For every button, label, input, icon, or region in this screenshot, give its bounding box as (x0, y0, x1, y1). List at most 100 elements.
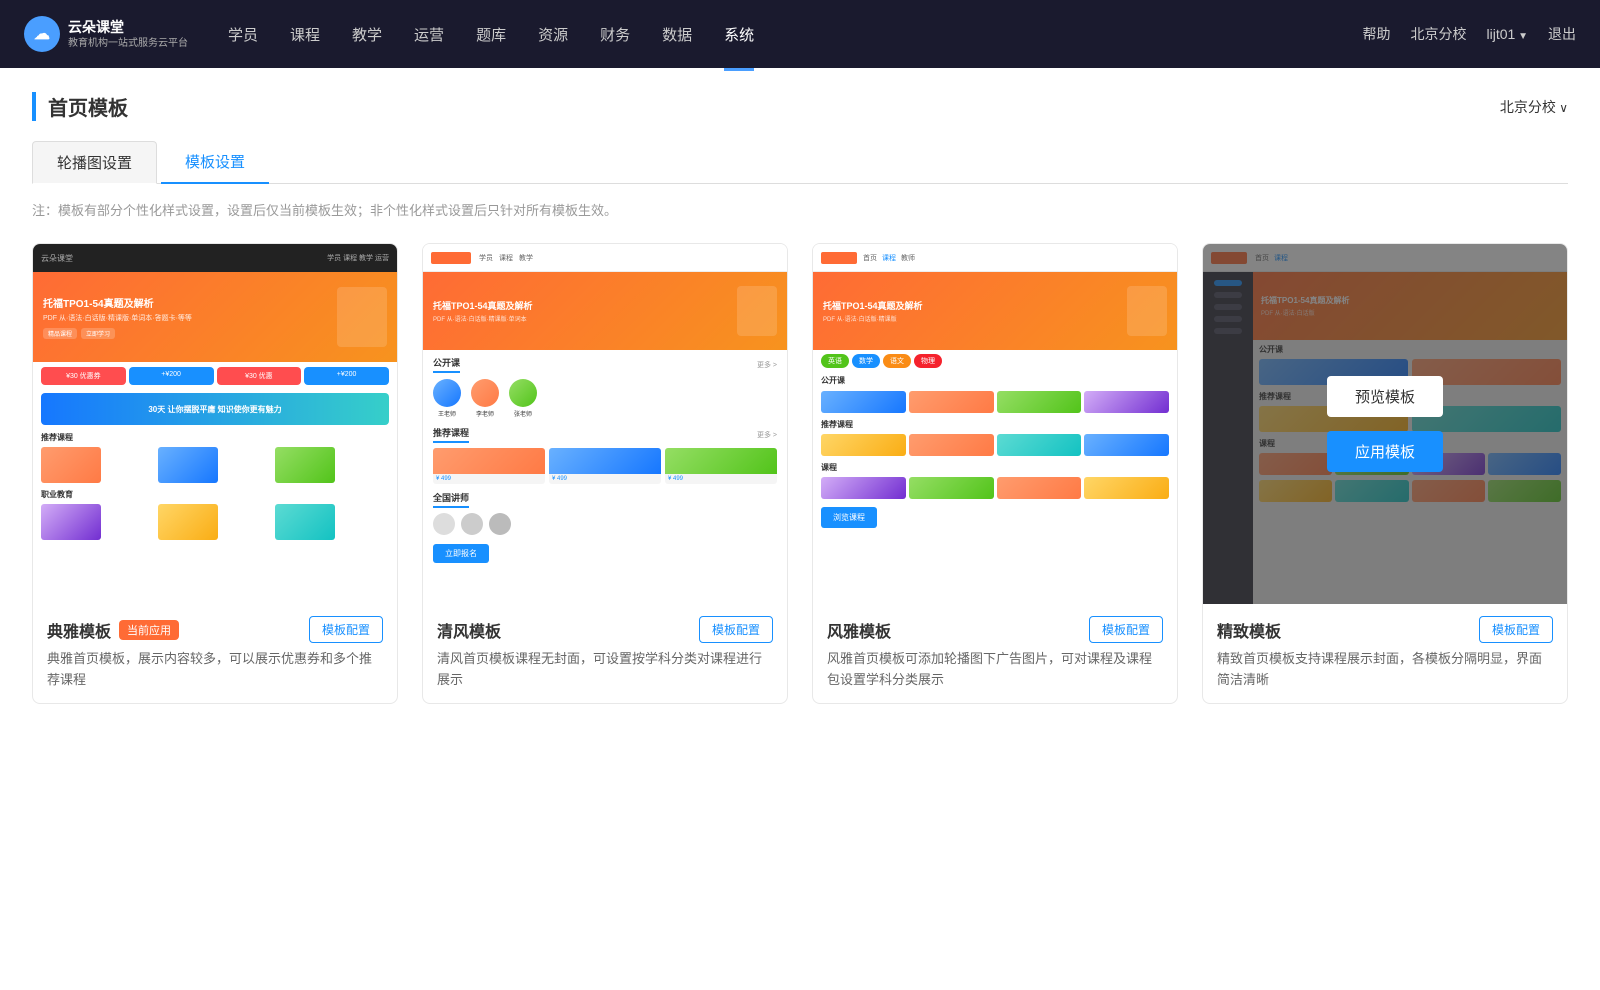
nav-teaching[interactable]: 教学 (352, 20, 382, 49)
mockup-1: 云朵课堂 学员 课程 教学 运营 托福TPO1-54真题及解析 PDF 从·语法… (33, 244, 397, 604)
section-public-3: 公开课 (813, 372, 1177, 389)
tab-carousel[interactable]: 轮播图设置 (32, 141, 157, 184)
nav-data[interactable]: 数据 (662, 20, 692, 49)
title-area: 首页模板 北京分校 (32, 92, 1568, 121)
help-link[interactable]: 帮助 (1363, 24, 1391, 44)
teacher-name-2: 李老师 (471, 409, 499, 418)
template-name-left-4: 精致模板 (1217, 618, 1281, 642)
template-card-3: 首页 课程 教师 托福TPO1-54真题及解析 PDF 从·语法·白话版·精课版 (812, 243, 1178, 704)
hero-sub-1: PDF 从·语法·白话版·精课版·单词本·答题卡·等等 (43, 313, 192, 323)
template-name-left-2: 清风模板 (437, 618, 501, 642)
course-card-2-3: ¥ 499 (665, 448, 777, 484)
signup-btn-2[interactable]: 立即报名 (433, 544, 489, 563)
config-button-4[interactable]: 模板配置 (1479, 616, 1553, 643)
nav-resources[interactable]: 资源 (538, 20, 568, 49)
c-2 (909, 477, 994, 499)
section-label-teacher-2: 全国讲师 (433, 491, 469, 508)
header-right: 帮助 北京分校 lijt01 退出 (1363, 24, 1576, 44)
section-header-teacher-2: 全国讲师 (423, 487, 787, 510)
course-thumb-5 (158, 504, 218, 540)
nav-system[interactable]: 系统 (724, 20, 754, 49)
logo-sub: 教育机构一站式服务云平台 (68, 37, 188, 50)
banner-text-1: 30天 让你摆脱平庸 知识使你更有魅力 (148, 404, 281, 415)
branch-selector[interactable]: 北京分校 (1500, 97, 1568, 117)
section-label-recommend-2: 推荐课程 (433, 426, 469, 443)
template-desc-1: 典雅首页模板，展示内容较多，可以展示优惠券和多个推荐课程 (47, 649, 383, 691)
section-header-recommend-2: 推荐课程 更多 > (423, 422, 787, 445)
page-title: 首页模板 (32, 92, 128, 121)
nav-course[interactable]: 课程 (290, 20, 320, 49)
template-preview-2: 学员 课程 教学 托福TPO1-54真题及解析 PDF 从·语法·白话版·精课版… (423, 244, 787, 604)
mockup-header-1: 云朵课堂 学员 课程 教学 运营 (33, 244, 397, 272)
apply-button-4[interactable]: 应用模板 (1327, 431, 1443, 472)
c-3 (997, 477, 1082, 499)
hero-tag-2: 立即学习 (81, 328, 115, 339)
tag-4: 物理 (914, 354, 942, 368)
nav-sm-3: 首页 课程 教师 (863, 253, 915, 263)
view-btn-3[interactable]: 浏览课程 (821, 507, 877, 528)
template-card-4: 首页 课程 (1202, 243, 1568, 704)
hero-title-1: 托福TPO1-54真题及解析 (43, 295, 192, 310)
nav-question[interactable]: 题库 (476, 20, 506, 49)
nav-finance[interactable]: 财务 (600, 20, 630, 49)
avatar-3 (509, 379, 537, 407)
nav-item-3-3: 教师 (901, 253, 915, 263)
config-button-1[interactable]: 模板配置 (309, 616, 383, 643)
tabs-area: 轮播图设置 模板设置 (32, 141, 1568, 184)
course-price-2-3: ¥ 499 (665, 474, 777, 484)
note-text: 注：模板有部分个性化样式设置，设置后仅当前模板生效；非个性化样式设置后只针对所有… (32, 200, 1568, 219)
teacher-row-2: 王老师 李老师 张老师 (423, 375, 787, 422)
nav-student[interactable]: 学员 (228, 20, 258, 49)
hero-title-2: 托福TPO1-54真题及解析 (433, 299, 533, 312)
config-button-2[interactable]: 模板配置 (699, 616, 773, 643)
section-course-3: 课程 (813, 458, 1177, 475)
course-thumb-2 (158, 447, 218, 483)
tab-template[interactable]: 模板设置 (161, 141, 269, 184)
section-label-2: 公开课 (433, 356, 460, 373)
mockup-header-2: 学员 课程 教学 (423, 244, 787, 272)
template-preview-3: 首页 课程 教师 托福TPO1-54真题及解析 PDF 从·语法·白话版·精课版 (813, 244, 1177, 604)
template-desc-4: 精致首页模板支持课程展示封面，各模板分隔明显，界面简洁清晰 (1217, 649, 1553, 691)
hero-image-1 (337, 287, 387, 347)
section-recommend: 推荐课程 (33, 428, 397, 445)
nav-operations[interactable]: 运营 (414, 20, 444, 49)
nav-sm-item-2: 课程 (499, 253, 513, 263)
hero-sub-2: PDF 从·语法·白话版·精课版·单词本 (433, 314, 533, 323)
mockup-nav-1: 学员 课程 教学 运营 (327, 253, 389, 263)
public-grid-3 (813, 389, 1177, 415)
course-price-2-2: ¥ 499 (549, 474, 661, 484)
coupon-row-1: ¥30 优惠券 +¥200 ¥30 优惠 +¥200 (33, 362, 397, 390)
teacher-3: 张老师 (509, 379, 537, 418)
public-2 (909, 391, 994, 413)
nav-item-3-1: 首页 (863, 253, 877, 263)
tag-2: 数学 (852, 354, 880, 368)
hero-img-3 (1127, 286, 1167, 336)
template-info-3: 风雅模板 模板配置 风雅首页模板可添加轮播图下广告图片，可对课程及课程包设置学科… (813, 604, 1177, 703)
hero-title-3: 托福TPO1-54真题及解析 (823, 299, 923, 312)
logo-sm-2 (431, 252, 471, 264)
more-2: 更多 > (757, 360, 777, 370)
course-card-2-2: ¥ 499 (549, 448, 661, 484)
all-avatar-1 (433, 513, 455, 535)
templates-grid: 云朵课堂 学员 课程 教学 运营 托福TPO1-54真题及解析 PDF 从·语法… (32, 243, 1568, 704)
logout-link[interactable]: 退出 (1548, 24, 1576, 44)
all-teacher-row-2 (423, 510, 787, 538)
rec-4 (1084, 434, 1169, 456)
template-name-2: 清风模板 (437, 618, 501, 642)
all-teacher-3 (489, 513, 511, 535)
preview-button-4[interactable]: 预览模板 (1327, 376, 1443, 417)
course-img-2-3 (665, 448, 777, 474)
branch-link[interactable]: 北京分校 (1411, 24, 1467, 44)
hero-sub-3: PDF 从·语法·白话版·精课版 (823, 314, 923, 323)
mockup-hero-1: 托福TPO1-54真题及解析 PDF 从·语法·白话版·精课版·单词本·答题卡·… (33, 272, 397, 362)
nav-sm-2: 学员 课程 教学 (479, 253, 533, 263)
hero-2: 托福TPO1-54真题及解析 PDF 从·语法·白话版·精课版·单词本 (423, 272, 787, 350)
template-info-2: 清风模板 模板配置 清风首页模板课程无封面，可设置按学科分类对课程进行展示 (423, 604, 787, 703)
template-name-3: 风雅模板 (827, 618, 891, 642)
recommend-grid-3 (813, 432, 1177, 458)
config-button-3[interactable]: 模板配置 (1089, 616, 1163, 643)
nav-sm-item-1: 学员 (479, 253, 493, 263)
user-menu[interactable]: lijt01 (1487, 26, 1528, 42)
hero-content-3: 托福TPO1-54真题及解析 PDF 从·语法·白话版·精课版 (823, 299, 923, 323)
coupon-3: ¥30 优惠 (217, 367, 302, 385)
